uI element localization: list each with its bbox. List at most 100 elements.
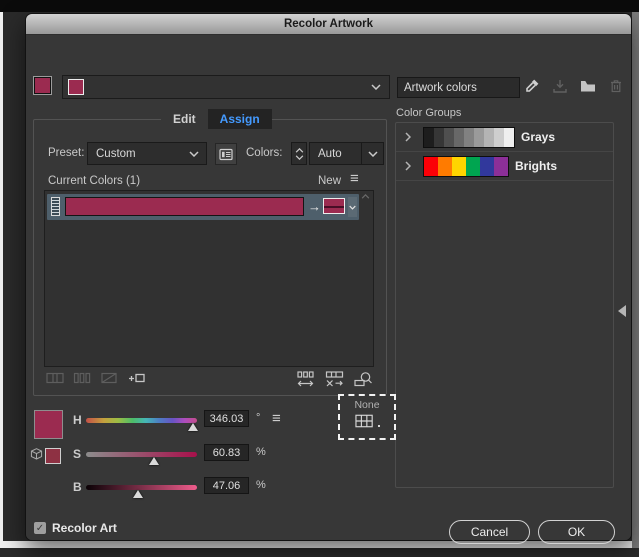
- tab-edit[interactable]: Edit: [161, 109, 208, 129]
- app-top-strip: [0, 0, 639, 12]
- chevron-down-icon: [371, 84, 381, 90]
- colors-count-stepper[interactable]: [291, 142, 307, 165]
- colors-count-value: Auto: [318, 147, 342, 160]
- color-preview-dropdown[interactable]: [62, 75, 390, 99]
- assign-panel: Preset: Custom Colors: Auto Current Colo…: [33, 119, 387, 396]
- swatch[interactable]: [474, 127, 484, 147]
- swatch[interactable]: [444, 127, 454, 147]
- hue-unit: °: [256, 412, 261, 424]
- maps-to-arrow-icon: →: [308, 199, 321, 214]
- exclude-colors-icon[interactable]: [100, 371, 119, 388]
- chevron-down-icon: [189, 150, 199, 157]
- preset-value: Custom: [96, 147, 136, 160]
- color-group-row[interactable]: Brights: [396, 152, 613, 181]
- swatch[interactable]: [424, 156, 438, 176]
- new-row-icon[interactable]: [127, 371, 146, 388]
- dialog-titlebar[interactable]: Recolor Artwork: [26, 14, 631, 35]
- new-color-options-button[interactable]: [348, 197, 357, 217]
- random-saturation-brightness-icon[interactable]: [325, 371, 344, 388]
- chevron-down-icon: [361, 143, 383, 164]
- current-colors-toolbar: [34, 370, 386, 390]
- saturation-slider-row: S 60.83 %: [26, 444, 386, 465]
- color-group-name-input[interactable]: Artwork colors: [397, 77, 520, 98]
- current-colors-menu-icon[interactable]: ≡: [350, 170, 359, 187]
- brightness-value-input[interactable]: 47.06: [204, 477, 249, 494]
- dialog-title: Recolor Artwork: [283, 18, 374, 30]
- color-group-row[interactable]: Grays: [396, 123, 613, 152]
- group-name[interactable]: Grays: [521, 130, 555, 144]
- ok-button[interactable]: OK: [538, 520, 615, 544]
- current-color-bar[interactable]: [65, 197, 304, 216]
- tab-assign[interactable]: Assign: [207, 109, 272, 129]
- saturation-unit: %: [256, 446, 266, 458]
- colors-label: Colors:: [246, 147, 283, 159]
- scroll-up-icon[interactable]: [361, 194, 370, 199]
- swatch[interactable]: [494, 127, 504, 147]
- group-swatch-strip[interactable]: [423, 126, 515, 148]
- new-column-label: New: [318, 175, 342, 187]
- brightness-slider-handle[interactable]: [133, 490, 144, 498]
- edit-assign-tabs: Edit Assign: [161, 109, 272, 129]
- saturation-slider-handle[interactable]: [148, 457, 159, 465]
- swatch[interactable]: [424, 127, 434, 147]
- swatch[interactable]: [434, 127, 444, 147]
- chevron-right-icon[interactable]: [405, 132, 411, 142]
- preset-row: Preset: Custom Colors: Auto: [34, 142, 386, 166]
- hue-label: H: [73, 413, 82, 427]
- dropdown-color-swatch: [68, 79, 84, 95]
- limit-colors-none-dropzone[interactable]: None: [338, 394, 396, 440]
- chevron-right-icon[interactable]: [405, 161, 411, 171]
- swatch[interactable]: [480, 156, 494, 176]
- check-icon: ✓: [35, 522, 45, 534]
- tint-split-line: [324, 206, 344, 208]
- saturation-slider[interactable]: [86, 452, 197, 465]
- swatch[interactable]: [452, 156, 466, 176]
- collapse-panel-arrow-icon[interactable]: [618, 305, 626, 317]
- new-color-swatch[interactable]: [323, 198, 345, 214]
- swatch[interactable]: [438, 156, 452, 176]
- current-colors-list: →: [44, 190, 374, 367]
- swatch-library-button[interactable]: [215, 143, 237, 165]
- swatch[interactable]: [464, 127, 474, 147]
- app-canvas-right: [632, 12, 639, 548]
- active-color-swatch[interactable]: [33, 76, 52, 95]
- swatch[interactable]: [466, 156, 480, 176]
- hue-value-input[interactable]: 346.03: [204, 410, 249, 427]
- separate-colors-icon[interactable]: [73, 371, 92, 388]
- slider-options-menu-icon[interactable]: ≡: [272, 410, 281, 427]
- hue-slider-row: H 346.03 ° ≡: [26, 410, 386, 431]
- colors-count-select[interactable]: Auto: [309, 142, 384, 165]
- group-name[interactable]: Brights: [515, 159, 557, 173]
- find-color-in-artwork-icon[interactable]: [354, 371, 373, 388]
- cancel-button[interactable]: Cancel: [449, 520, 530, 544]
- saturation-label: S: [73, 447, 82, 461]
- merge-colors-icon[interactable]: [46, 371, 65, 388]
- save-group-icon[interactable]: [552, 78, 568, 94]
- random-color-order-icon[interactable]: [296, 371, 315, 388]
- color-groups-title: Color Groups: [396, 107, 462, 119]
- row-drag-handle[interactable]: [51, 197, 60, 216]
- delete-group-trash-icon[interactable]: [608, 78, 624, 94]
- hue-slider[interactable]: [86, 418, 198, 431]
- row-edit-buttons: [46, 371, 146, 388]
- color-groups-list: Grays Brights: [395, 122, 614, 488]
- swatch[interactable]: [484, 127, 494, 147]
- brightness-slider[interactable]: [86, 485, 197, 498]
- artboard-edge-bottom: [0, 541, 633, 548]
- group-swatch-strip[interactable]: [423, 155, 509, 177]
- new-group-folder-icon[interactable]: [580, 78, 596, 94]
- hue-slider-handle[interactable]: [187, 423, 198, 431]
- recolor-art-checkbox[interactable]: ✓: [34, 522, 46, 534]
- swatch[interactable]: [504, 127, 514, 147]
- saturation-value-input[interactable]: 60.83: [204, 444, 249, 461]
- group-toolbar: [524, 78, 624, 94]
- swatch[interactable]: [494, 156, 508, 176]
- recolor-artwork-dialog: Recolor Artwork Artwork colors Edit Assi…: [25, 13, 632, 544]
- randomize-buttons: [296, 371, 373, 388]
- swatch[interactable]: [454, 127, 464, 147]
- preset-select[interactable]: Custom: [87, 142, 207, 165]
- eyedropper-icon[interactable]: [524, 78, 540, 94]
- artboard-edge-left: [0, 12, 3, 548]
- current-color-row[interactable]: →: [47, 194, 359, 220]
- brightness-label: B: [73, 480, 82, 494]
